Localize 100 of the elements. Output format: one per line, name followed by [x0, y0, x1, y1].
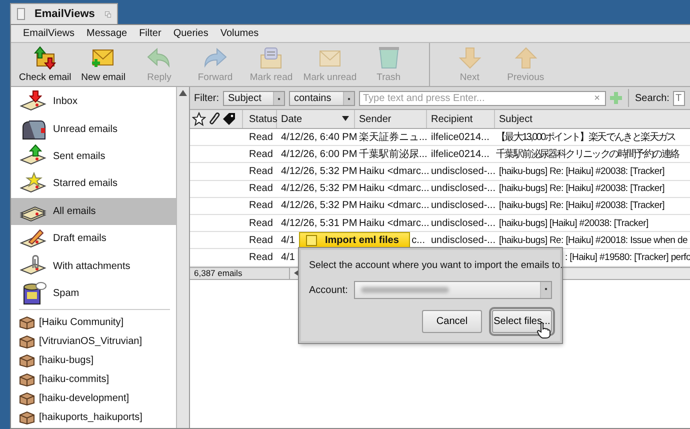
down-arrow-icon — [456, 46, 483, 70]
table-cell: [haiku-bugs] Re: [Haiku] #20038: [Tracker] — [499, 166, 665, 177]
table-cell: 4/12/26, 6:00 PM — [281, 148, 358, 160]
box-icon — [19, 410, 35, 426]
forward-icon — [202, 46, 228, 70]
close-box-icon[interactable] — [306, 235, 317, 246]
envelope-arrows-icon — [32, 46, 58, 70]
box-icon — [19, 315, 35, 330]
close-box-icon[interactable] — [17, 8, 25, 20]
vertical-scrollbar[interactable] — [176, 87, 189, 428]
table-cell: 4/12/26, 5:32 PM — [281, 200, 358, 212]
reply-icon — [146, 46, 172, 70]
table-cell: undisclosed-... — [431, 183, 496, 194]
table-cell: Haiku <dmarc... — [359, 218, 430, 229]
table-cell: Read — [249, 252, 273, 263]
menu-item[interactable]: Filter — [133, 28, 168, 39]
table-cell: Read — [249, 234, 273, 246]
table-cell-text: 楽天証券ニュ... — [359, 130, 428, 144]
dialog-button[interactable]: Cancel — [422, 310, 482, 333]
sidebar-item[interactable]: With attachments — [11, 252, 176, 280]
table-cell: [haiku-bugs] Re: [Haiku] #20018: Issue when de — [499, 234, 688, 246]
star-icon — [192, 112, 206, 126]
table-cell: [haiku-bugs] [Haiku] #20038: [Tracker] — [499, 218, 648, 229]
table-row[interactable]: Read 4/12/26, 6:40 PM 楽天証券ニュ... ilfelice0214... 【最大13,000ポイント】楽天でんきと楽天ガス — [190, 129, 690, 146]
menu-item[interactable]: Volumes — [214, 28, 265, 39]
folder-item[interactable]: [VitruvianOS_Vitruvian] — [11, 332, 176, 352]
table-cell: Read — [249, 200, 273, 212]
table-row[interactable]: Read 4/12/26, 5:32 PM Haiku <dmarc... undisclosed-... [haiku-bugs] Re: [Haiku] #20038: [Tracker] — [190, 198, 690, 215]
toolbar-button[interactable]: New email — [75, 43, 132, 86]
sidebar-item[interactable]: Unread emails — [11, 115, 176, 143]
search-label: Search: — [635, 92, 670, 104]
menu-item[interactable]: Message — [80, 28, 134, 39]
table-cell: Read — [249, 166, 273, 177]
box-icon — [19, 334, 35, 350]
table-cell: Read — [249, 132, 273, 143]
column-header[interactable]: Recipient — [427, 110, 495, 128]
box-icon — [19, 372, 35, 388]
column-header[interactable]: Subject — [495, 110, 690, 128]
account-label: Account: — [309, 284, 348, 296]
envelope-letter-icon — [258, 46, 284, 70]
tag-icon — [222, 112, 236, 126]
table-cell: Read — [249, 148, 273, 160]
filter-text-field[interactable]: Type text and press Enter... × — [359, 90, 606, 106]
folder-item[interactable]: [haiku-bugs] — [11, 351, 176, 370]
column-header[interactable]: Sender — [355, 110, 427, 128]
folder-item[interactable]: [haiku-development] — [11, 389, 176, 408]
table-cell: 4/1 — [281, 252, 295, 263]
window-title: EmailViews — [34, 8, 95, 20]
sidebar-item[interactable]: Inbox — [11, 88, 176, 116]
table-cell: 4/12/26, 5:31 PM — [281, 218, 358, 229]
column-header[interactable]: Date — [277, 110, 355, 128]
operator-dropdown[interactable]: contains — [289, 90, 355, 106]
table-row[interactable]: Read 4/12/26, 5:32 PM Haiku <dmarc... undisclosed-... [haiku-bugs] Re: [Haiku] #20038: [Tracker] — [190, 180, 690, 198]
box-icon — [19, 391, 35, 406]
table-cell: Haiku <dmarc... — [359, 183, 430, 194]
sort-arrow-icon — [342, 116, 349, 121]
menu-item[interactable]: Queries — [167, 28, 214, 39]
column-header[interactable] — [190, 110, 243, 128]
dialog-title: Import eml files — [325, 235, 399, 246]
table-cell: Haiku <dmarc... — [359, 166, 430, 177]
up-arrow-icon[interactable] — [179, 90, 187, 96]
zoom-box-icon[interactable] — [104, 8, 111, 20]
table-cell: ilfelice0214... — [431, 148, 490, 160]
dialog-button[interactable]: Select files... — [492, 310, 552, 333]
table-cell-text: 【最大13,000ポイント】楽天でんきと楽天ガス — [496, 130, 676, 144]
menu-item[interactable]: EmailViews — [17, 28, 80, 39]
folder-item[interactable]: [haiku-commits] — [11, 370, 176, 390]
filter-label: Filter: — [194, 92, 219, 104]
table-cell-text: 千葉駅前泌尿... — [359, 148, 428, 162]
sidebar-item[interactable]: Spam — [11, 280, 176, 308]
account-dropdown[interactable] — [354, 281, 552, 299]
table-cell: [haiku-bugs] Re: [Haiku] #20038: [Tracker] — [499, 183, 665, 194]
table-row[interactable]: Read 4/12/26, 5:32 PM Haiku <dmarc... undisclosed-... [haiku-bugs] Re: [Haiku] #20038: [Tracker] — [190, 163, 690, 181]
paperclip-icon — [208, 112, 220, 126]
clear-button[interactable]: × — [589, 92, 605, 104]
table-cell: ilfelice0214... — [431, 132, 490, 143]
table-cell: 4/12/26, 5:32 PM — [281, 166, 358, 177]
window-tab[interactable]: EmailViews — [10, 3, 118, 24]
column-header[interactable]: Status — [243, 110, 277, 128]
field-dropdown[interactable]: Subject — [223, 90, 285, 106]
dialog-message: Select the account where you want to import the emails to. — [309, 260, 563, 271]
search-field[interactable]: T — [673, 90, 686, 106]
table-cell: undisclosed-... — [431, 200, 496, 212]
table-cell: 4/1 — [281, 234, 295, 246]
table-cell: Read — [249, 218, 273, 229]
sidebar-item[interactable]: Draft emails — [11, 224, 176, 252]
table-cell-text: 千葉駅前泌尿器科クリニックの時間予約の連絡 — [496, 148, 679, 162]
sidebar-item[interactable]: Sent emails — [11, 142, 176, 170]
box-icon — [19, 353, 35, 368]
table-cell: [haiku-bugs] Re: [Haiku] #20038: [Tracker] — [499, 200, 665, 212]
toolbar-button[interactable]: Check email — [15, 43, 76, 86]
table-cell: Read — [249, 183, 273, 194]
table-cell: Haiku <dmarc... — [359, 200, 430, 212]
up-arrow-icon — [512, 46, 539, 70]
dialog-tab[interactable]: Import eml files — [299, 232, 410, 248]
sidebar-item[interactable]: Starred emails — [11, 170, 176, 198]
folder-item[interactable]: [haikuports_haikuports] — [11, 408, 176, 428]
sidebar-item[interactable]: All emails — [11, 198, 176, 225]
table-row[interactable]: Read 4/12/26, 6:00 PM 千葉駅前泌尿... ilfelice0214... 千葉駅前泌尿器科クリニックの時間予約の連絡 — [190, 146, 690, 164]
folder-item[interactable]: [Haiku Community] — [11, 313, 176, 332]
